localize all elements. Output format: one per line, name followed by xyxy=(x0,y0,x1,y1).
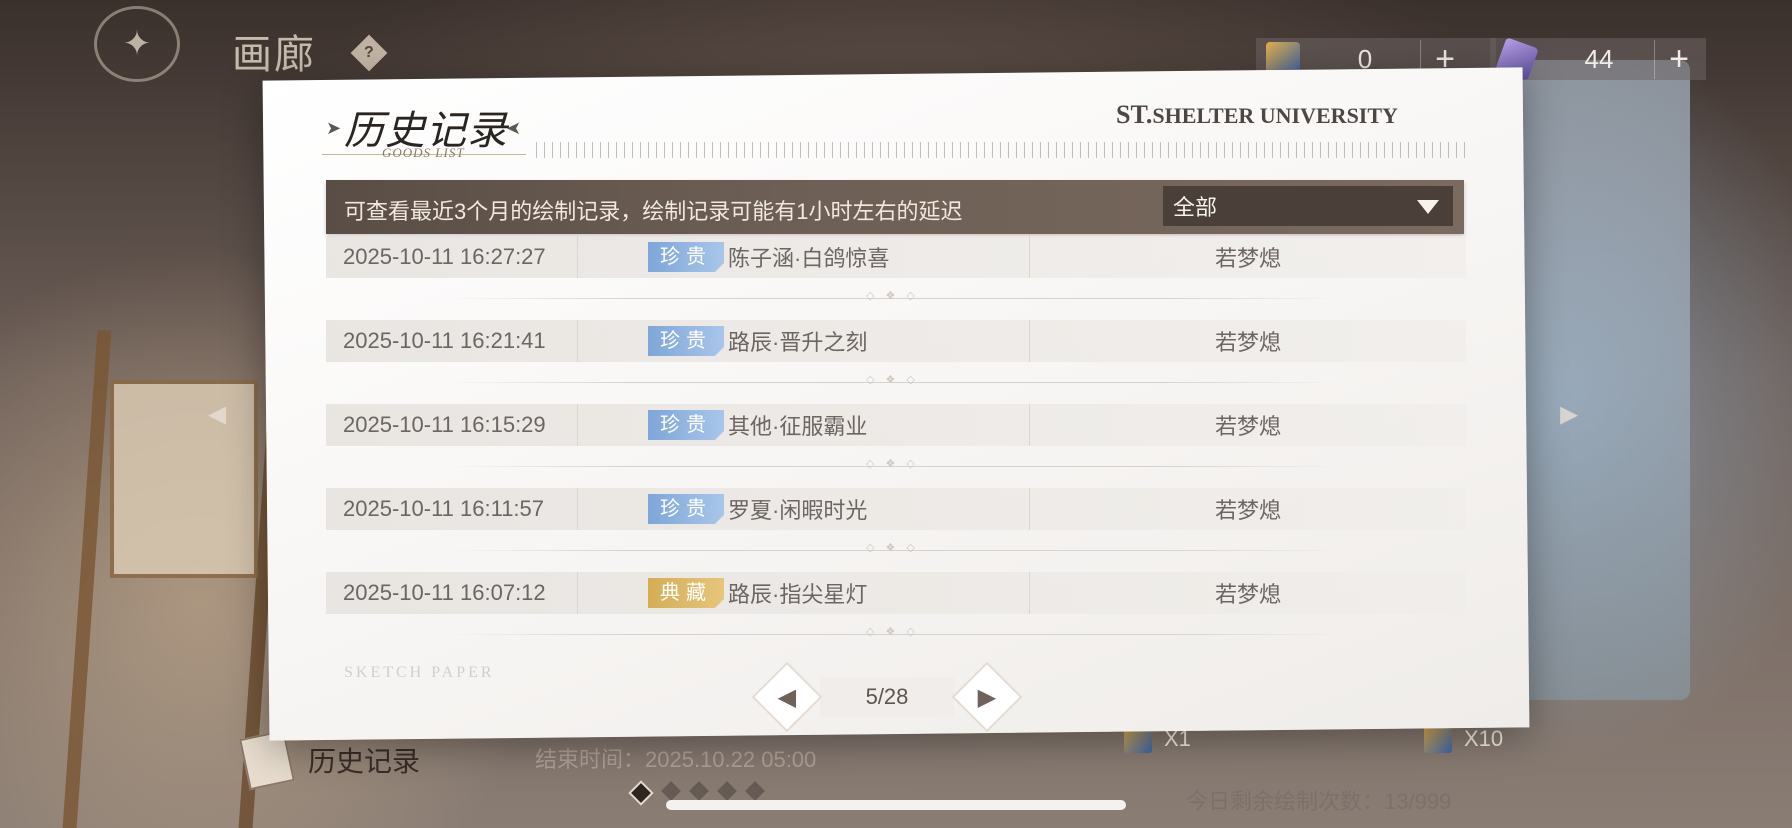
page-dot[interactable] xyxy=(745,781,765,801)
next-page-button[interactable]: ▶ xyxy=(951,661,1023,733)
row-divider xyxy=(446,625,1346,638)
row-divider xyxy=(446,541,1346,554)
butterfly-logo-icon: ✦ xyxy=(92,6,182,82)
page-dot[interactable] xyxy=(628,780,654,806)
table-row: 2025-10-11 16:27:27 珍贵 陈子涵·白鸽惊喜 若梦熄 xyxy=(326,236,1466,302)
page-number: 5/28 xyxy=(820,677,954,717)
diamond-count: 44 xyxy=(1584,43,1614,74)
add-diamond-button[interactable]: + xyxy=(1654,39,1703,79)
record-time: 2025-10-11 16:15:29 xyxy=(326,404,578,446)
record-item: 珍贵 其他·征服霸业 xyxy=(578,404,1030,446)
rarity-badge: 典藏 xyxy=(648,578,724,608)
ruler-decoration xyxy=(536,142,1471,158)
right-arrow-icon[interactable]: ▸ xyxy=(1560,392,1600,433)
reward-card-illustration xyxy=(1500,60,1690,700)
record-owner: 若梦熄 xyxy=(1214,582,1281,607)
chevron-down-icon xyxy=(1417,200,1439,214)
record-item-name: 路辰·指尖星灯 xyxy=(728,582,868,607)
page-dot[interactable] xyxy=(661,781,681,801)
remaining-draws-text: 今日剩余绘制次数：13/999 xyxy=(1186,789,1452,814)
info-text: 可查看最近3个月的绘制记录，绘制记录可能有1小时左右的延迟 xyxy=(344,199,963,224)
rarity-badge: 珍贵 xyxy=(648,326,724,356)
record-item-name: 陈子涵·白鸽惊喜 xyxy=(728,246,890,271)
record-owner: 若梦熄 xyxy=(1214,414,1281,439)
record-owner: 若梦熄 xyxy=(1214,246,1281,271)
record-item: 珍贵 路辰·晋升之刻 xyxy=(578,320,1030,362)
table-row: 2025-10-11 16:21:41 珍贵 路辰·晋升之刻 若梦熄 xyxy=(326,320,1466,386)
home-indicator[interactable] xyxy=(666,800,1126,810)
record-item-name: 路辰·晋升之刻 xyxy=(728,330,868,355)
row-divider xyxy=(446,373,1346,386)
table-row: 2025-10-11 16:11:57 珍贵 罗夏·闲暇时光 若梦熄 xyxy=(326,488,1466,554)
page-dot[interactable] xyxy=(717,781,737,801)
arrow-right-icon: ▶ xyxy=(977,683,997,711)
record-owner: 若梦熄 xyxy=(1214,330,1281,355)
gallery-title: 画廊 xyxy=(232,32,316,78)
record-item-name: 其他·征服霸业 xyxy=(728,414,868,439)
record-owner: 若梦熄 xyxy=(1214,498,1281,523)
rarity-badge: 珍贵 xyxy=(648,410,724,440)
record-item: 珍贵 罗夏·闲暇时光 xyxy=(578,488,1030,530)
record-item: 珍贵 陈子涵·白鸽惊喜 xyxy=(578,236,1030,278)
record-time: 2025-10-11 16:11:57 xyxy=(326,488,578,530)
end-time-text: 结束时间：2025.10.22 05:00 xyxy=(535,747,817,772)
rarity-badge: 珍贵 xyxy=(648,494,724,524)
left-arrow-icon[interactable]: ◂ xyxy=(208,392,248,433)
sketch-paper-watermark: SKETCH PAPER xyxy=(344,664,495,681)
pager: ◀ 5/28 ▶ xyxy=(751,661,1023,733)
record-list: 2025-10-11 16:27:27珍贵陈子涵·白鸽惊喜若梦熄2025-10-… xyxy=(326,236,1466,656)
title-right-arrow-icon: ➤ xyxy=(506,118,522,138)
arrow-left-icon: ◀ xyxy=(777,683,797,711)
record-item-name: 罗夏·闲暇时光 xyxy=(728,498,868,523)
row-divider xyxy=(446,457,1346,470)
info-bar: 可查看最近3个月的绘制记录，绘制记录可能有1小时左右的延迟 全部 xyxy=(326,180,1464,234)
modal-subtitle: GOODS LIST xyxy=(382,145,465,160)
draw-ticket-icon xyxy=(1424,725,1452,753)
history-button-label: 历史记录 xyxy=(308,746,421,777)
table-row: 2025-10-11 16:07:12 典藏 路辰·指尖星灯 若梦熄 xyxy=(326,572,1466,638)
record-time: 2025-10-11 16:21:41 xyxy=(326,320,578,362)
filter-value: 全部 xyxy=(1173,195,1218,220)
record-time: 2025-10-11 16:27:27 xyxy=(326,236,578,278)
record-time: 2025-10-11 16:07:12 xyxy=(326,572,578,614)
record-item: 典藏 路辰·指尖星灯 xyxy=(578,572,1030,614)
prev-page-button[interactable]: ◀ xyxy=(751,661,823,733)
row-divider xyxy=(446,289,1346,302)
page-dot[interactable] xyxy=(689,781,709,801)
table-row: 2025-10-11 16:15:29 珍贵 其他·征服霸业 若梦熄 xyxy=(326,404,1466,470)
brand-logo: ST.SHELTER UNIVERSITY xyxy=(1116,100,1398,129)
filter-dropdown[interactable]: 全部 xyxy=(1163,186,1453,226)
title-left-arrow-icon: ➤ xyxy=(326,118,342,138)
rarity-badge: 珍贵 xyxy=(648,242,724,272)
